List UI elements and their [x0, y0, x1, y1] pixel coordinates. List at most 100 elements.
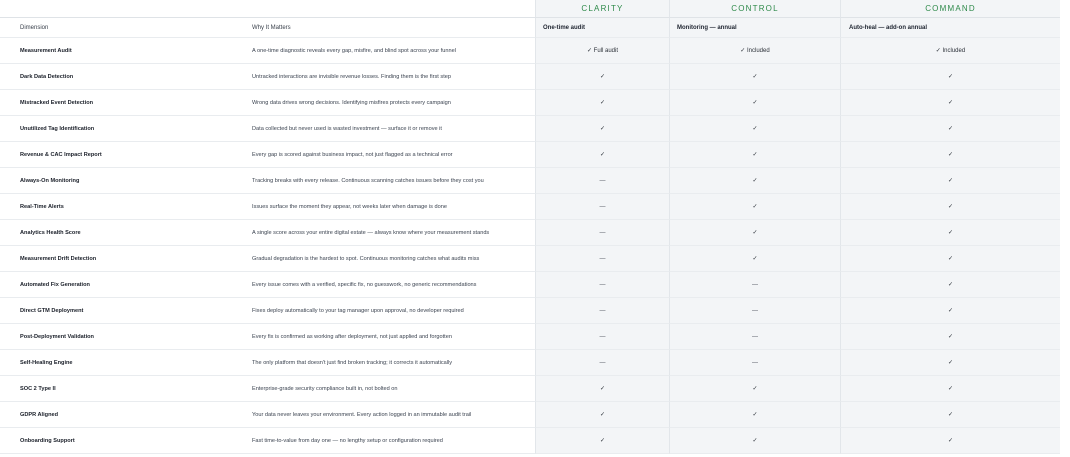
status-cell-clarity: —	[535, 194, 669, 220]
why-cell: A one-time diagnostic reveals every gap,…	[250, 38, 535, 64]
included-mark: ✓	[752, 126, 758, 132]
included-mark: ✓ Included	[935, 48, 966, 54]
why-text: Fixes deploy automatically to your tag m…	[252, 307, 464, 314]
dimension-cell: Analytics Health Score	[0, 220, 250, 246]
status-cell-control: —	[669, 324, 840, 350]
included-mark: ✓	[599, 74, 606, 80]
status-cell-control: ✓	[669, 90, 840, 116]
included-mark: ✓	[947, 438, 954, 444]
why-cell: Enterprise-grade security compliance bui…	[250, 376, 535, 402]
table-row: Real-Time Alerts Issues surface the momen…	[0, 194, 1060, 220]
why-cell: Wrong data drives wrong decisions. Ident…	[250, 90, 535, 116]
header-spacer	[0, 0, 250, 18]
status-cell-control: —	[669, 298, 840, 324]
why-text: Enterprise-grade security compliance bui…	[252, 385, 398, 392]
status-cell-command: ✓	[840, 324, 1060, 350]
status-cell-clarity: —	[535, 272, 669, 298]
included-mark: ✓	[599, 100, 606, 106]
dimension-label: Post-Deployment Validation	[20, 333, 94, 340]
status-cell-clarity: ✓	[535, 116, 669, 142]
tier-name-command: COMMAND	[925, 4, 976, 13]
status-cell-command: ✓	[840, 168, 1060, 194]
included-mark: ✓	[947, 152, 954, 158]
status-cell-command: ✓ Included	[840, 38, 1060, 64]
why-text: A single score across your entire digita…	[252, 229, 490, 236]
status-cell-command: ✓	[840, 272, 1060, 298]
status-cell-clarity: —	[535, 168, 669, 194]
tier-header-clarity: CLARITY	[535, 0, 669, 18]
included-mark: ✓	[599, 386, 606, 392]
status-cell-control: ✓	[669, 64, 840, 90]
why-cell: Tracking breaks with every release. Cont…	[250, 168, 535, 194]
why-cell: Gradual degradation is the hardest to sp…	[250, 246, 535, 272]
included-mark: ✓	[752, 204, 758, 210]
dimension-label: Analytics Health Score	[20, 229, 81, 236]
why-text: Wrong data drives wrong decisions. Ident…	[252, 99, 451, 106]
table-row: Automated Fix Generation Every issue come…	[0, 272, 1060, 298]
included-mark: ✓	[947, 412, 954, 418]
dimension-label: Direct GTM Deployment	[20, 307, 84, 314]
dimension-cell: SOC 2 Type II	[0, 376, 250, 402]
dimension-cell: Self-Healing Engine	[0, 350, 250, 376]
dimension-label: SOC 2 Type II	[20, 385, 56, 392]
status-cell-control: —	[669, 272, 840, 298]
table-row: SOC 2 Type II Enterprise-grade security c…	[0, 376, 1060, 402]
status-cell-control: —	[669, 350, 840, 376]
not-included-mark: —	[599, 203, 606, 210]
dimension-cell: Post-Deployment Validation	[0, 324, 250, 350]
dimension-cell: Measurement Audit	[0, 38, 250, 64]
status-cell-command: ✓	[840, 90, 1060, 116]
status-cell-command: ✓	[840, 116, 1060, 142]
tier-name-clarity: CLARITY	[581, 4, 624, 13]
status-cell-clarity: ✓	[535, 428, 669, 454]
status-cell-control: ✓	[669, 428, 840, 454]
status-cell-control: ✓	[669, 402, 840, 428]
column-header-dimension: Dimension	[0, 18, 250, 38]
included-mark: ✓	[947, 74, 954, 80]
why-text: Every fix is confirmed as working after …	[252, 333, 452, 340]
why-cell: Data collected but never used is wasted …	[250, 116, 535, 142]
why-text: Data collected but never used is wasted …	[252, 125, 442, 132]
why-cell: The only platform that doesn't just find…	[250, 350, 535, 376]
table-row: Self-Healing Engine The only platform tha…	[0, 350, 1060, 376]
table-row: Mistracked Event Detection Wrong data dri…	[0, 90, 1060, 116]
dimension-label: Revenue & CAC Impact Report	[20, 151, 102, 158]
dimension-cell: Always-On Monitoring	[0, 168, 250, 194]
dimension-label: GDPR Aligned	[20, 411, 59, 418]
status-cell-command: ✓	[840, 428, 1060, 454]
dimension-cell: Dark Data Detection	[0, 64, 250, 90]
included-mark: ✓	[599, 438, 606, 444]
not-included-mark: —	[752, 333, 758, 340]
dimension-label: Automated Fix Generation	[20, 281, 90, 288]
not-included-mark: —	[599, 281, 606, 288]
table-row: Measurement Drift Detection Gradual degra…	[0, 246, 1060, 272]
included-mark: ✓	[947, 282, 954, 288]
status-cell-clarity: —	[535, 298, 669, 324]
why-cell: Untracked interactions are invisible rev…	[250, 64, 535, 90]
status-cell-command: ✓	[840, 194, 1060, 220]
status-cell-clarity: ✓	[535, 402, 669, 428]
table-row: Post-Deployment Validation Every fix is c…	[0, 324, 1060, 350]
included-mark: ✓	[752, 386, 758, 392]
why-text: Your data never leaves your environment.…	[252, 411, 472, 418]
dimension-label: Measurement Audit	[20, 47, 72, 54]
status-cell-control: ✓	[669, 376, 840, 402]
included-mark: ✓	[947, 100, 954, 106]
tier-header-command: COMMAND	[840, 0, 1060, 18]
table-row: Always-On Monitoring Tracking breaks with…	[0, 168, 1060, 194]
included-mark: ✓	[599, 152, 606, 158]
not-included-mark: —	[599, 255, 606, 262]
dimension-cell: Real-Time Alerts	[0, 194, 250, 220]
included-mark: ✓	[947, 256, 954, 262]
not-included-mark: —	[599, 359, 606, 366]
dimension-label: Unutilized Tag Identification	[20, 125, 95, 132]
status-cell-control: ✓	[669, 116, 840, 142]
why-cell: Issues surface the moment they appear, n…	[250, 194, 535, 220]
status-cell-clarity: —	[535, 350, 669, 376]
status-cell-control: ✓	[669, 194, 840, 220]
not-included-mark: —	[752, 359, 758, 366]
tier-subtitle-clarity: One-time audit	[535, 18, 669, 38]
dimension-label: Real-Time Alerts	[20, 203, 64, 210]
tier-header-control: CONTROL	[669, 0, 840, 18]
table-row: Direct GTM Deployment Fixes deploy automa…	[0, 298, 1060, 324]
